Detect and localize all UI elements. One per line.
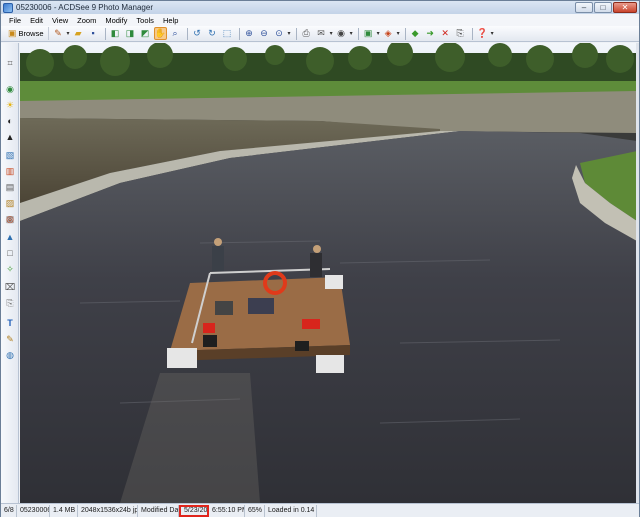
color-icon[interactable]: ◈	[382, 27, 395, 40]
globe-icon[interactable]: ◍	[4, 349, 16, 361]
status-bar: 6/8 05230006 1.4 MB 2048x1536x24b jpeg M…	[1, 503, 639, 517]
status-date: 5/23/2003	[179, 504, 209, 517]
menu-help[interactable]: Help	[163, 16, 178, 25]
clone-icon[interactable]: ⎘	[4, 297, 16, 309]
filter-icon[interactable]: ▤	[4, 181, 16, 193]
histogram-icon[interactable]: ▥	[4, 165, 16, 177]
crop-icon[interactable]: ⌗	[4, 57, 16, 69]
open-folder-icon[interactable]: ▰	[72, 27, 85, 40]
zoom-dropdown-arrow-icon[interactable]: ▾	[288, 30, 291, 37]
status-progress	[317, 505, 639, 517]
maximize-button[interactable]: □	[594, 2, 612, 13]
app-icon	[3, 2, 13, 13]
main-toolbar: ▣ Browse ✎ ▾ ▰ ▪ ◧ ◨ ◩ ✋ ⌕ ↺ ↻ ⬚ ⊕ ⊖ ⊙ ▾ ⎙…	[1, 26, 639, 42]
zoom-icon[interactable]: ⌕	[169, 27, 182, 40]
frame-icon[interactable]: □	[4, 247, 16, 259]
brightness-icon[interactable]: ▨	[4, 197, 16, 209]
window-controls: – □ ✕	[575, 2, 637, 13]
app-window: 05230006 - ACDSee 9 Photo Manager – □ ✕ …	[0, 0, 640, 517]
status-filename: 05230006	[17, 504, 50, 517]
properties-icon[interactable]: ⎘	[454, 27, 467, 40]
close-button[interactable]: ✕	[613, 2, 637, 13]
window-title: 05230006 - ACDSee 9 Photo Manager	[16, 3, 153, 12]
previous-image-icon[interactable]: ◧	[109, 27, 122, 40]
photo	[20, 43, 637, 503]
zoom-out-icon[interactable]: ⊖	[258, 27, 271, 40]
menu-bar: File Edit View Zoom Modify Tools Help	[1, 14, 639, 26]
email-dropdown-icon[interactable]: ▾	[330, 30, 333, 37]
title-bar[interactable]: 05230006 - ACDSee 9 Photo Manager – □ ✕	[1, 1, 639, 14]
text-icon[interactable]: T	[4, 317, 16, 329]
browse-label: Browse	[18, 29, 44, 38]
toolbar-separator	[357, 27, 359, 40]
toolbar-separator	[186, 27, 188, 40]
toolbar-separator	[104, 27, 106, 40]
save-icon[interactable]: ▪	[87, 27, 100, 40]
vertical-scrollbar[interactable]	[636, 43, 639, 503]
stamp-dropdown-icon[interactable]: ▾	[350, 30, 353, 37]
minimize-button[interactable]: –	[575, 2, 593, 13]
menu-zoom[interactable]: Zoom	[77, 16, 96, 25]
crop-tool-icon[interactable]: ⌧	[4, 281, 16, 293]
menu-file[interactable]: File	[9, 16, 21, 25]
toolbar-separator	[471, 27, 473, 40]
edit-icon[interactable]: ✎	[52, 27, 65, 40]
print-icon[interactable]: ⎙	[300, 27, 313, 40]
contrast-icon[interactable]: ◐	[4, 115, 16, 127]
active-tool-icon[interactable]: ✋	[153, 27, 167, 40]
stamp-icon[interactable]: ◉	[335, 27, 348, 40]
exposure-icon[interactable]: ☀	[4, 99, 16, 111]
menu-modify[interactable]: Modify	[105, 16, 127, 25]
slideshow-dropdown-icon[interactable]: ▾	[377, 30, 380, 37]
status-modified-label: Modified Date:	[138, 504, 179, 517]
help-dropdown-icon[interactable]: ▾	[491, 30, 494, 37]
color-dropdown-icon[interactable]: ▾	[397, 30, 400, 37]
status-index: 6/8	[1, 504, 17, 517]
email-icon[interactable]: ✉	[315, 27, 328, 40]
help-icon[interactable]: ❓	[476, 27, 489, 40]
rotate-left-icon[interactable]: ↺	[191, 27, 204, 40]
menu-edit[interactable]: Edit	[30, 16, 43, 25]
toolbar-separator	[404, 27, 406, 40]
toolbar-separator	[238, 27, 240, 40]
menu-view[interactable]: View	[52, 16, 68, 25]
color-balance-icon[interactable]: ▧	[4, 149, 16, 161]
levels-icon[interactable]: ▲	[4, 131, 16, 143]
eye-icon[interactable]: ◎	[4, 213, 16, 225]
forward-icon[interactable]: ➜	[424, 27, 437, 40]
status-dimensions: 2048x1536x24b jpeg	[78, 504, 138, 517]
next-image-icon[interactable]: ◨	[124, 27, 137, 40]
zoom-in-icon[interactable]: ⊕	[243, 27, 256, 40]
status-filesize: 1.4 MB	[50, 504, 78, 517]
fit-image-icon[interactable]: ⬚	[221, 27, 234, 40]
menu-tools[interactable]: Tools	[136, 16, 154, 25]
share-icon[interactable]: ◆	[409, 27, 422, 40]
delete-icon[interactable]: ✕	[439, 27, 452, 40]
slideshow-icon[interactable]: ▣	[362, 27, 375, 40]
browse-button[interactable]: ▣ Browse	[4, 27, 49, 40]
image-viewer[interactable]	[20, 43, 637, 503]
zoom-dropdown-icon[interactable]: ⊙	[273, 27, 286, 40]
draw-icon[interactable]: ✎	[4, 333, 16, 345]
effects-icon[interactable]: ✧	[4, 263, 16, 275]
browse-icon: ▣	[8, 28, 17, 38]
status-zoom: 65%	[245, 504, 265, 517]
red-eye-icon[interactable]: ◉	[4, 83, 16, 95]
edit-dropdown-icon[interactable]: ▾	[67, 30, 70, 37]
toolbar-separator	[295, 27, 297, 40]
edit-tools-panel: ⌗ ◉ ☀ ◐ ▲ ▧ ▥ ▤ ▨ ▦ ◎ ▲ □ ✧ ⌧ ⎘ T ✎ ◍	[1, 43, 19, 503]
triangle-icon[interactable]: ▲	[4, 231, 16, 243]
status-time: 6:55:10 PM	[209, 504, 245, 517]
first-image-icon[interactable]: ◩	[139, 27, 152, 40]
status-load-time: Loaded in 0.14 s	[265, 504, 317, 517]
rotate-right-icon[interactable]: ↻	[206, 27, 219, 40]
